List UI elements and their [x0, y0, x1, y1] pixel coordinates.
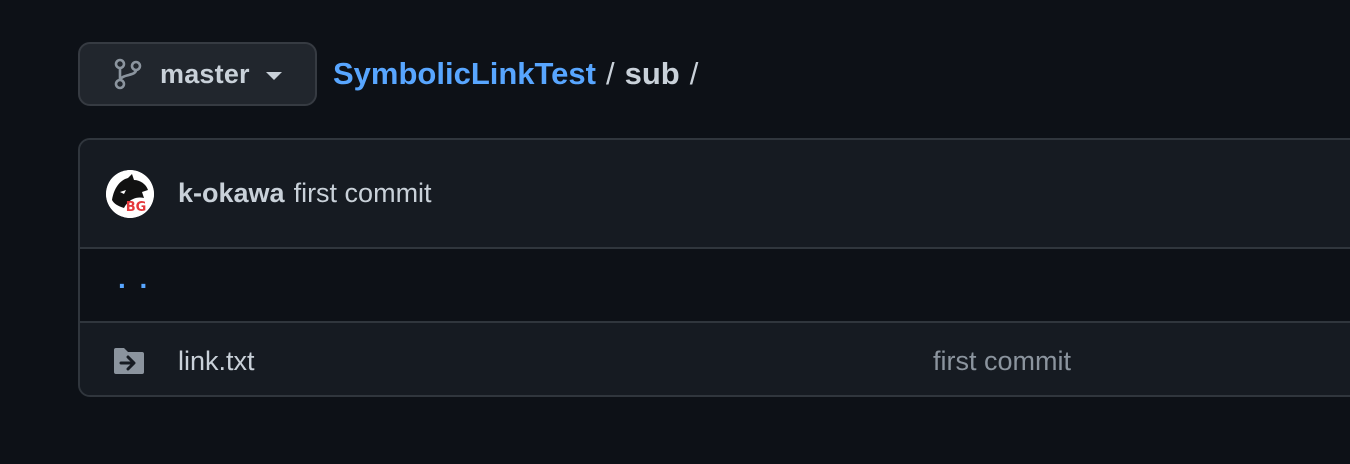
file-symlink-directory-icon [112, 346, 146, 376]
chevron-down-icon [265, 71, 282, 80]
svg-text:BG: BG [126, 200, 147, 215]
branch-name: master [160, 58, 250, 89]
file-commit-message-link[interactable]: first commit [933, 346, 1071, 377]
commit-message-link[interactable]: first commit [294, 178, 432, 209]
breadcrumb-trailing-separator: / [689, 56, 699, 91]
breadcrumb: SymbolicLinkTest / sub / [333, 56, 708, 92]
parent-directory-row[interactable]: . . [80, 249, 1350, 323]
git-branch-icon [114, 58, 142, 90]
file-browser: BG k-okawa first commit . . link.txt fir… [78, 138, 1350, 397]
breadcrumb-separator: / [606, 56, 615, 91]
commit-author-link[interactable]: k-okawa [178, 178, 285, 209]
breadcrumb-repo-link[interactable]: SymbolicLinkTest [333, 56, 596, 92]
table-row[interactable]: link.txt first commit [80, 323, 1350, 395]
parent-directory-link[interactable]: . . [118, 263, 150, 295]
avatar[interactable]: BG [106, 169, 154, 218]
latest-commit-bar: BG k-okawa first commit [80, 140, 1350, 249]
file-name-link[interactable]: link.txt [178, 346, 933, 377]
breadcrumb-current-dir: sub [624, 56, 680, 91]
branch-select-button[interactable]: master [78, 42, 317, 106]
repo-header: master SymbolicLinkTest / sub / [78, 42, 708, 106]
